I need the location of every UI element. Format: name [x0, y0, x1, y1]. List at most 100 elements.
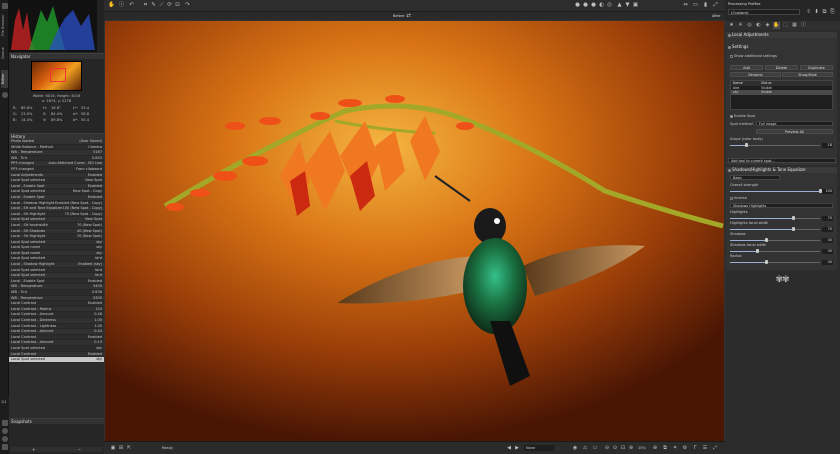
filmstrip-icon[interactable]: ▭ [692, 2, 699, 9]
straighten-icon[interactable]: ⟋ [158, 2, 165, 9]
info-icon[interactable]: ⓘ [118, 2, 125, 9]
redo-icon[interactable]: ↷ [184, 2, 191, 9]
local-adjustments-header[interactable]: Local Adjustments [726, 32, 837, 38]
tab-detail-icon[interactable]: ◎ [746, 22, 753, 29]
sh-mode-select[interactable]: Basic [730, 175, 780, 180]
pan-hand-icon[interactable]: ✋ [108, 2, 115, 9]
preview-green-icon[interactable]: ● [582, 2, 589, 9]
highlights-slider[interactable]: 70 [730, 215, 833, 221]
add-spot-button[interactable]: Add [730, 65, 763, 70]
tab-editor[interactable]: Editor [1, 70, 8, 88]
zoom-mode-select[interactable]: None [524, 445, 554, 451]
rotate-icon[interactable]: ⟳ [166, 2, 173, 9]
navigator-thumbnail[interactable] [31, 61, 82, 91]
help-icon[interactable] [1, 428, 8, 434]
preview-delta-e-button[interactable]: Preview ΔE [756, 129, 833, 134]
shadows-slider[interactable]: 40 [730, 237, 833, 243]
hl-tonal-width-slider[interactable]: 70 [730, 226, 833, 232]
duplicate-spot-button[interactable]: Duplicate [800, 65, 833, 70]
paste-profile-icon[interactable]: ⎘ [829, 9, 836, 15]
zoom-out-icon[interactable]: ⊖ [604, 445, 610, 451]
sh-tonal-width-knob[interactable] [755, 249, 759, 253]
tab-transform-icon[interactable]: ⬚ [782, 22, 789, 29]
info-icon[interactable] [1, 436, 8, 442]
crop-icon-2[interactable]: ⌗ [672, 445, 678, 451]
tab-color-icon[interactable]: ◐ [755, 22, 762, 29]
tab-raw-icon[interactable]: ▦ [791, 22, 798, 29]
next-image-icon[interactable]: ▶ [514, 445, 520, 451]
settings-icon[interactable]: ⚙ [682, 445, 688, 451]
overall-strength-slider[interactable]: 100 [730, 188, 833, 194]
copy-profile-icon[interactable]: ⧉ [821, 9, 828, 15]
layers-icon[interactable]: ☰ [702, 445, 708, 451]
gamma-icon[interactable]: Γ [692, 445, 698, 451]
overall-strength-value[interactable]: 100 [822, 188, 833, 194]
tab-metadata-icon[interactable]: ⓘ [800, 22, 807, 29]
tab-favorites-icon[interactable]: ★ [728, 22, 735, 29]
transparency-icon[interactable]: ▣ [632, 2, 639, 9]
spot-method-select[interactable]: Full image [756, 121, 833, 126]
enable-spot-checkbox[interactable] [730, 114, 733, 118]
sh-tonal-width-slider[interactable]: 30 [730, 248, 833, 254]
radius-knob[interactable] [764, 260, 768, 264]
fullscreen-icon[interactable]: ⤢ [712, 2, 719, 9]
preview-blue-icon[interactable]: ● [590, 2, 597, 9]
tab-advanced-icon[interactable]: ◈ [764, 22, 771, 29]
crop-icon[interactable]: ⌗ [142, 2, 149, 9]
panel-toggle-icon[interactable]: ▮ [702, 2, 709, 9]
zoom-fit-icon[interactable]: ⊡ [620, 445, 626, 451]
folder-icon[interactable] [1, 3, 8, 9]
hl-tonal-width-value[interactable]: 70 [822, 226, 833, 232]
queue-icon[interactable]: ⊞ [118, 445, 124, 451]
zoom-in-2-icon[interactable]: ⊕ [652, 445, 658, 451]
focus-mask-icon[interactable]: ◎ [606, 2, 613, 9]
rename-spot-button[interactable]: Rename [730, 72, 781, 77]
save-icon[interactable]: ▣ [110, 445, 116, 451]
preview-luminance-icon[interactable]: ◐ [598, 2, 605, 9]
crop-tool-icon[interactable]: ⊡ [174, 2, 181, 9]
navigator-header[interactable]: Navigator [9, 53, 104, 59]
highlight-clip-icon[interactable]: ▼ [624, 2, 631, 9]
tab-queue[interactable]: Queue [1, 44, 8, 62]
sh-tonal-width-value[interactable]: 30 [822, 248, 833, 254]
shadows-value[interactable]: 40 [822, 237, 833, 243]
shadow-clip-icon[interactable]: ▲ [616, 2, 623, 9]
external-editor-icon[interactable]: ⇱ [126, 445, 132, 451]
undo-icon[interactable]: ↶ [128, 2, 135, 9]
preview-red-icon[interactable]: ● [574, 2, 581, 9]
fullscreen-icon[interactable] [1, 444, 8, 450]
detail-window-icon[interactable]: ⧉ [662, 445, 668, 451]
prev-image-icon[interactable]: ◀ [506, 445, 512, 451]
color-picker-icon[interactable]: ◉ [572, 445, 578, 451]
profile-select[interactable]: (Custom) [728, 9, 800, 15]
tab-local-icon[interactable]: ✋ [773, 22, 780, 29]
radius-value[interactable]: 40 [822, 259, 833, 265]
main-preview-image[interactable] [105, 21, 724, 441]
remove-snapshot-button[interactable]: − [78, 447, 81, 452]
show-hide-spot-button[interactable]: Show/Hide [782, 72, 833, 77]
tools-panel-icon[interactable]: ⇔ [682, 2, 689, 9]
snapshots-header[interactable]: Snapshots [9, 418, 104, 424]
inverse-option[interactable]: Inverse [730, 196, 747, 200]
warning-icon[interactable]: ⚠ [582, 445, 588, 451]
delete-spot-button[interactable]: Delete [765, 65, 798, 70]
gear-icon[interactable] [1, 92, 8, 98]
scope-value[interactable]: 18 [822, 142, 833, 148]
history-row[interactable]: Local Spot selected sky [9, 357, 104, 363]
spot-row-sky[interactable]: sky Visible [731, 90, 832, 95]
scope-slider[interactable]: 18 [730, 142, 833, 148]
zoom-100-icon[interactable]: ⊙ [612, 445, 618, 451]
settings-header[interactable]: Settings [726, 44, 837, 50]
tab-exposure-icon[interactable]: ☀ [737, 22, 744, 29]
show-additional-settings[interactable]: Show additional settings [730, 54, 777, 58]
enable-spot[interactable]: Enable Spot [730, 114, 755, 118]
sh-header[interactable]: Shadows/Highlights & Tone Equalizer [726, 167, 837, 173]
highlights-value[interactable]: 70 [822, 215, 833, 221]
tab-file-browser[interactable]: File Browser [1, 11, 8, 39]
radius-slider[interactable]: 40 [730, 259, 833, 265]
scope-slider-knob[interactable] [744, 143, 748, 147]
save-profile-icon[interactable]: ⬇ [813, 9, 820, 15]
add-tool-select[interactable]: Add tool to current spot... [728, 158, 836, 163]
add-snapshot-button[interactable]: + [32, 447, 35, 452]
eyedropper-icon[interactable]: ✎ [150, 2, 157, 9]
